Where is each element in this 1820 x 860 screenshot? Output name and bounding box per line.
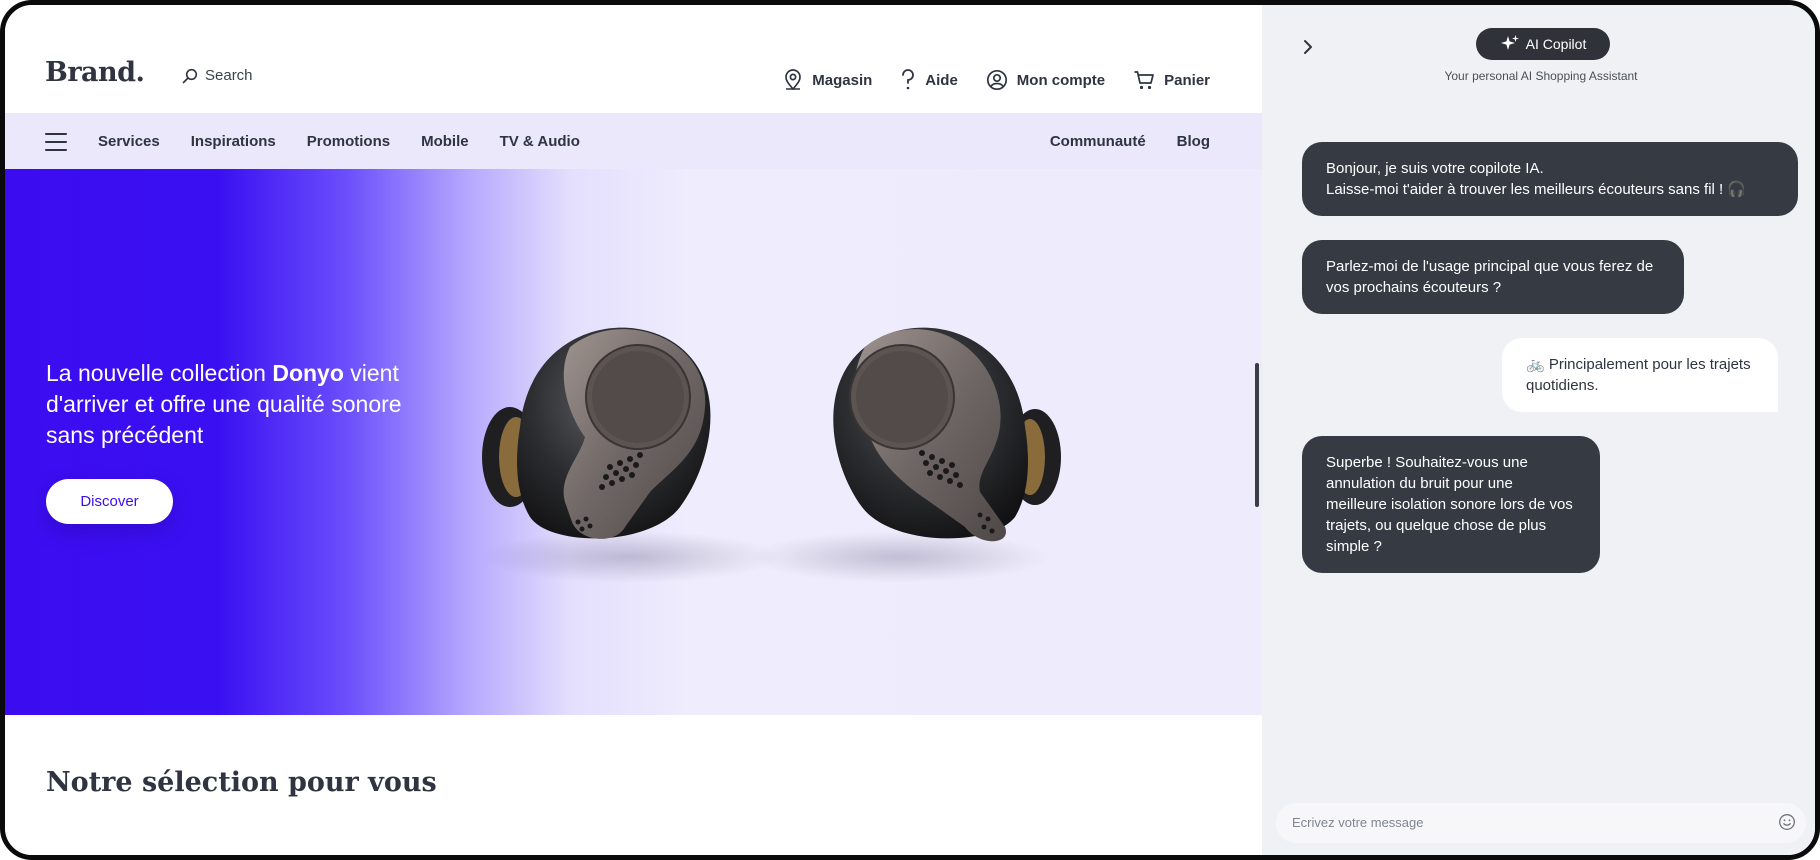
sparkle-icon xyxy=(1500,35,1519,50)
top-nav: Magasin Aide Mon compte Panier xyxy=(783,69,1210,91)
storefront-page: Brand. Search Magasin Aide Mon compte Pa… xyxy=(5,5,1262,855)
topnav-aide[interactable]: Aide xyxy=(900,69,958,91)
nav-item-blog[interactable]: Blog xyxy=(1177,133,1210,150)
hero-banner: La nouvelle collection Donyo vient d'arr… xyxy=(5,169,1262,715)
hero-text-pre: La nouvelle collection xyxy=(46,360,273,386)
nav-item-services[interactable]: Services xyxy=(98,133,160,150)
bot-message: Parlez-moi de l'usage principal que vous… xyxy=(1302,240,1684,314)
hero-headline: La nouvelle collection Donyo vient d'arr… xyxy=(46,358,406,451)
topnav-mon-compte[interactable]: Mon compte xyxy=(986,69,1105,91)
topnav-panier[interactable]: Panier xyxy=(1133,69,1210,91)
copilot-panel: AI Copilot Your personal AI Shopping Ass… xyxy=(1262,5,1815,855)
nav-item-mobile[interactable]: Mobile xyxy=(421,133,469,150)
section-title: Notre sélection pour vous xyxy=(46,767,437,798)
cart-icon xyxy=(1134,71,1154,90)
search-label: Search xyxy=(205,67,253,84)
hero-text-bold: Donyo xyxy=(272,360,344,386)
user-circle-icon xyxy=(986,69,1007,91)
nav-item-promotions[interactable]: Promotions xyxy=(307,133,390,150)
nav-item-tv-audio[interactable]: TV & Audio xyxy=(500,133,580,150)
earbuds-product-image xyxy=(480,327,1061,583)
message-input-placeholder: Ecrivez votre message xyxy=(1292,815,1424,830)
user-message: 🚲 Principalement pour les trajets quotid… xyxy=(1502,338,1778,412)
topnav-magasin[interactable]: Magasin xyxy=(783,69,872,91)
message-input[interactable]: Ecrivez votre message xyxy=(1276,803,1806,843)
top-header: Brand. Search Magasin Aide Mon compte Pa… xyxy=(5,5,1262,113)
bot-message: Superbe ! Souhaitez-vous une annulation … xyxy=(1302,436,1600,573)
copilot-title: AI Copilot xyxy=(1525,36,1587,52)
search-field[interactable]: Search xyxy=(182,67,253,84)
bot-message: Bonjour, je suis votre copilote IA. Lais… xyxy=(1302,142,1798,216)
discover-button[interactable]: Discover xyxy=(46,479,173,524)
page-scrollbar[interactable] xyxy=(1255,363,1259,507)
nav-item-communaute[interactable]: Communauté xyxy=(1050,133,1146,150)
copilot-subtitle: Your personal AI Shopping Assistant xyxy=(1444,69,1638,83)
question-icon xyxy=(902,69,915,90)
menu-icon[interactable] xyxy=(45,133,67,151)
location-pin-icon xyxy=(785,69,802,91)
chevron-right-icon[interactable] xyxy=(1302,39,1314,55)
emoji-icon[interactable] xyxy=(1778,813,1796,831)
category-nav: Services Inspirations Promotions Mobile … xyxy=(5,113,1262,169)
topnav-label: Magasin xyxy=(812,71,873,89)
message-line: Laisse-moi t'aider à trouver les meilleu… xyxy=(1326,181,1747,198)
brand-logo[interactable]: Brand. xyxy=(45,57,145,88)
nav-left: Services Inspirations Promotions Mobile … xyxy=(98,133,580,150)
nav-item-inspirations[interactable]: Inspirations xyxy=(191,133,276,150)
topnav-label: Panier xyxy=(1164,71,1210,89)
app-frame: Brand. Search Magasin Aide Mon compte Pa… xyxy=(0,0,1820,860)
message-line: Bonjour, je suis votre copilote IA. xyxy=(1326,160,1544,177)
topnav-label: Aide xyxy=(925,71,958,89)
nav-right: Communauté Blog xyxy=(1050,133,1210,150)
copilot-title-badge: AI Copilot xyxy=(1476,28,1610,60)
topnav-label: Mon compte xyxy=(1016,71,1106,89)
search-icon xyxy=(182,68,198,83)
